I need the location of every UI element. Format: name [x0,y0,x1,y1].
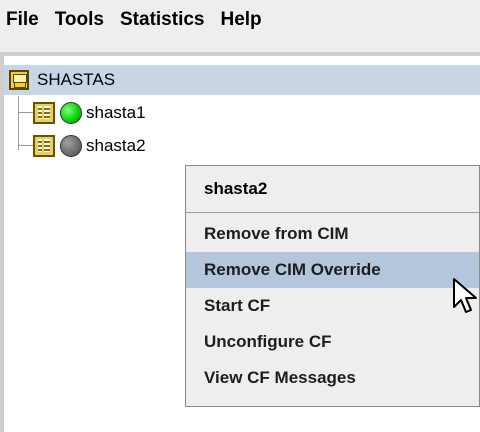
tree-branch-line [18,145,34,146]
cluster-icon [9,70,29,90]
menu-help[interactable]: Help [212,0,269,40]
menu-statistics[interactable]: Statistics [112,0,212,40]
menu-item-remove-cim-override[interactable]: Remove CIM Override [186,252,479,288]
menu-bar: File Tools Statistics Help [0,0,480,40]
node-icon [33,135,55,157]
mouse-cursor-icon [453,278,477,313]
menu-item-unconfigure-cf[interactable]: Unconfigure CF [186,324,479,360]
tree-root-label: SHASTAS [37,70,116,89]
menu-file[interactable]: File [0,0,47,40]
context-menu-title: shasta2 [186,166,479,213]
node-icon [33,102,55,124]
node-label: shasta2 [86,136,146,155]
status-unknown-icon [60,135,82,157]
node-label: shasta1 [86,103,146,122]
menu-item-remove-from-cim[interactable]: Remove from CIM [186,216,479,252]
tree-branch-line [18,112,34,113]
menu-item-start-cf[interactable]: Start CF [186,288,479,324]
tree-node-shasta1[interactable]: shasta1 [4,98,304,128]
tree-node-shasta2[interactable]: shasta2 [4,131,304,161]
menu-item-view-cf-messages[interactable]: View CF Messages [186,360,479,396]
tree-root-item[interactable]: SHASTAS [4,65,480,95]
node-context-menu: shasta2 Remove from CIM Remove CIM Overr… [185,165,480,407]
status-online-icon [60,102,82,124]
menu-tools[interactable]: Tools [47,0,112,40]
